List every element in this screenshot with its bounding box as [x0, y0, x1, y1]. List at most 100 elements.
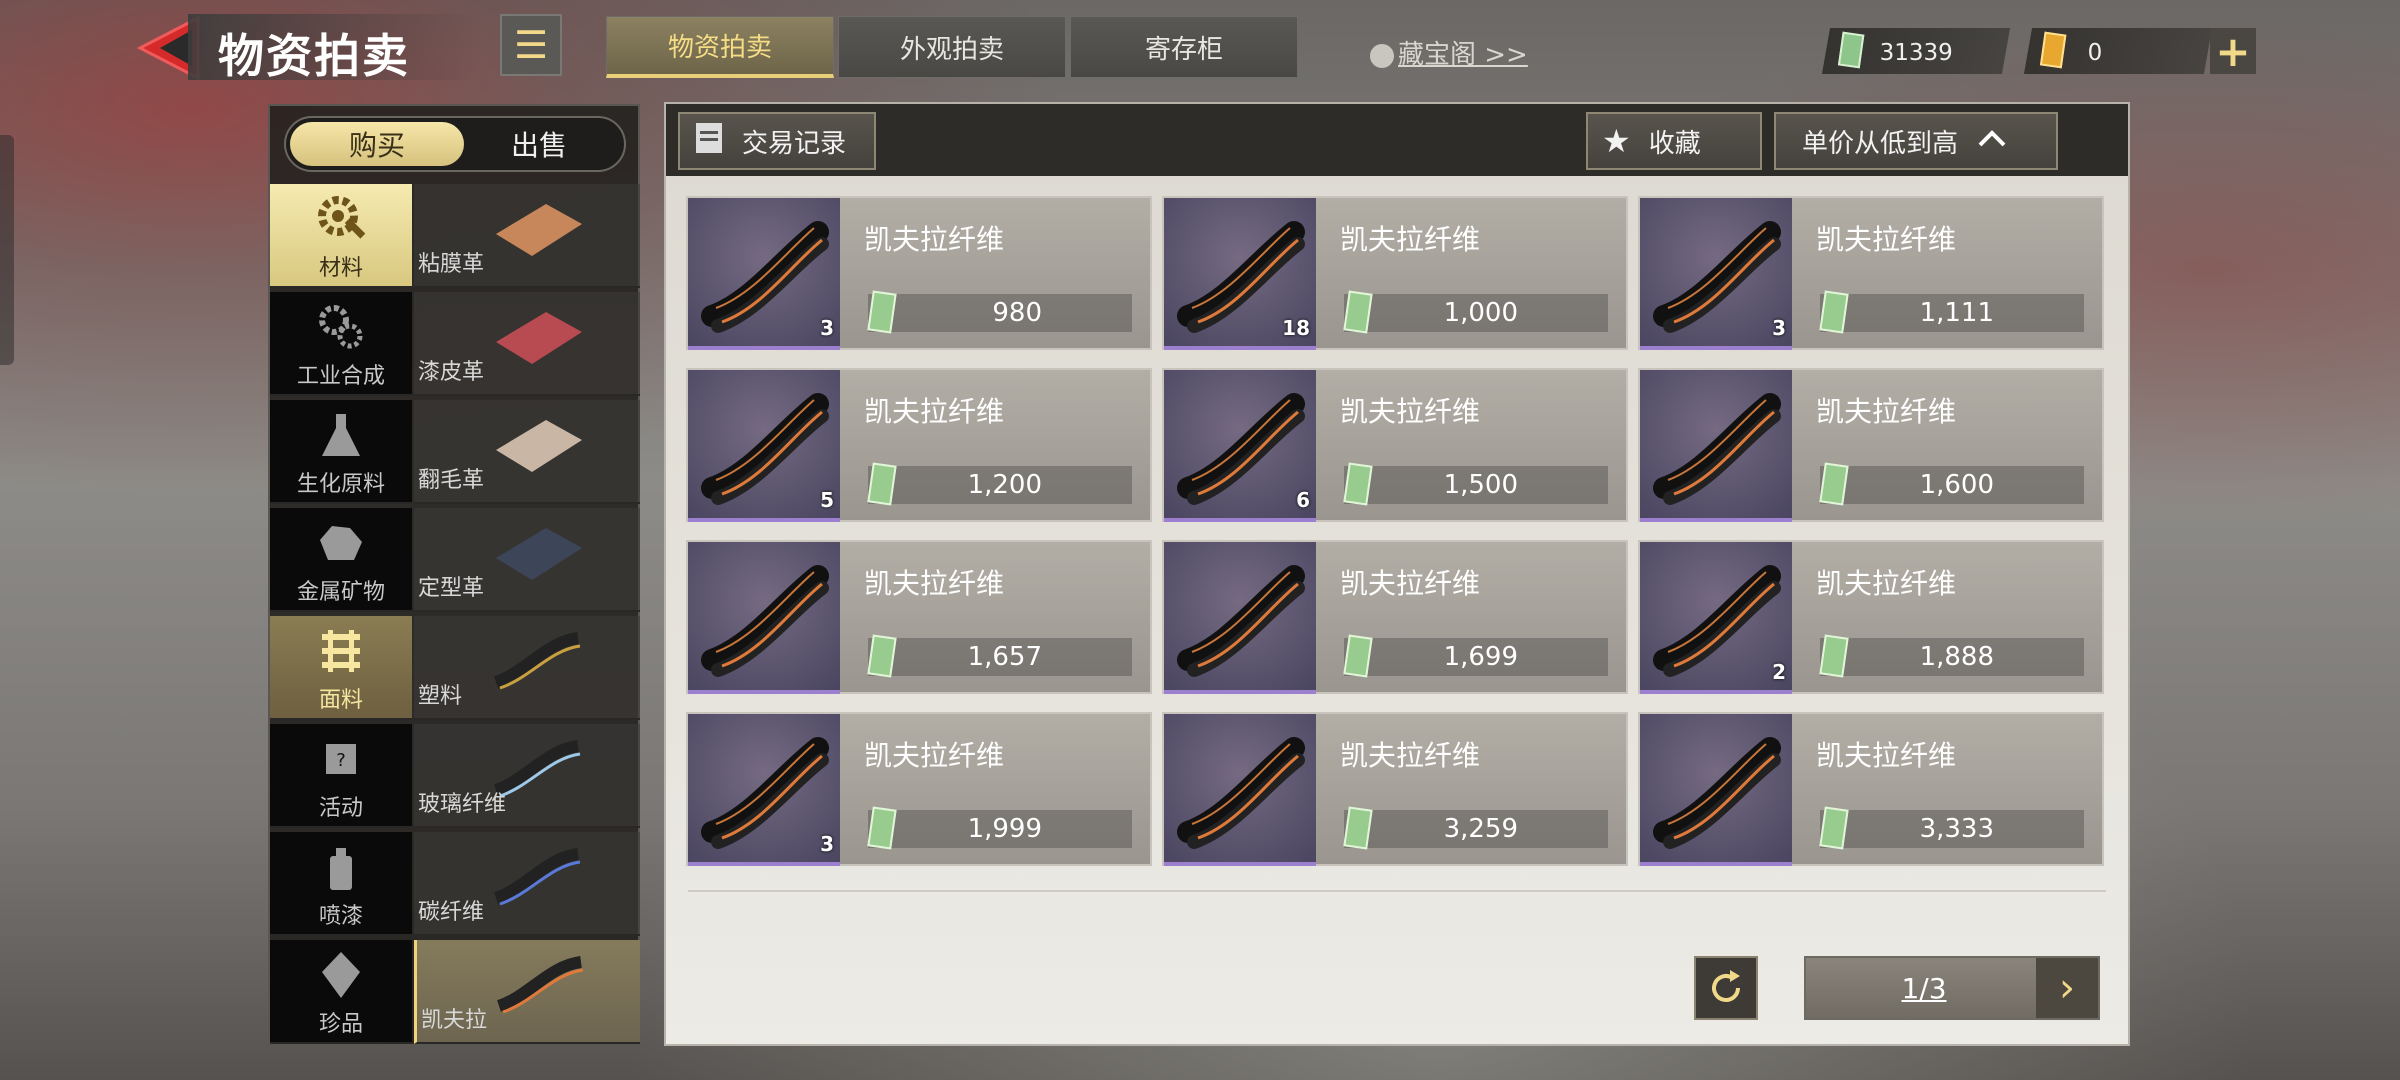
ore-icon: [314, 516, 368, 570]
item-name: 凯夫拉纤维: [1340, 739, 1481, 772]
item-price: 980: [992, 298, 1042, 328]
favorite-label: 收藏: [1648, 128, 1701, 159]
item-price: 1,000: [1443, 298, 1518, 328]
spray-can-icon: [314, 840, 368, 894]
item-price: 1,999: [967, 814, 1042, 844]
item-quantity: 3: [820, 316, 834, 340]
subcategory-plastic[interactable]: 塑料: [414, 616, 640, 720]
category-fabric[interactable]: 面料: [270, 616, 412, 720]
item-price: 1,657: [967, 642, 1042, 672]
gears-icon: [314, 300, 368, 354]
category-spray[interactable]: 喷漆: [270, 832, 412, 936]
kevlar-fiber-icon: [701, 565, 829, 677]
document-icon: [694, 121, 724, 162]
buy-tab[interactable]: 购买: [290, 122, 464, 166]
next-page-button[interactable]: ›: [2036, 958, 2098, 1018]
item-card[interactable]: 凯夫拉纤维 3,333: [1638, 712, 2104, 866]
subcategory-patent-leather[interactable]: 漆皮革: [414, 292, 640, 396]
chip-icon: ?: [314, 732, 368, 786]
category-rare[interactable]: 珍品: [270, 940, 412, 1044]
kevlar-fiber-icon: [1653, 737, 1781, 849]
leather-swatch-icon: [496, 312, 582, 364]
item-card[interactable]: 凯夫拉纤维 1,600: [1638, 368, 2104, 522]
item-card[interactable]: 凯夫拉纤维 1,657: [686, 540, 1152, 694]
item-quantity: 6: [1296, 488, 1310, 512]
item-name: 凯夫拉纤维: [864, 395, 1005, 428]
tab-material-auction[interactable]: 物资拍卖: [606, 16, 834, 78]
treasure-pavilion-link[interactable]: 藏宝阁 >>: [1370, 34, 1528, 71]
kevlar-fiber-icon: [1177, 393, 1305, 505]
chevron-right-icon: ›: [2059, 965, 2075, 1011]
subcategory-carbon-fiber[interactable]: 碳纤维: [414, 832, 640, 936]
kevlar-fiber-icon: [1653, 221, 1781, 333]
refresh-icon: [1712, 970, 1740, 1002]
category-label: 材料: [318, 256, 363, 281]
left-edge-handle: [0, 135, 14, 365]
item-thumbnail: 5: [688, 370, 840, 522]
item-quantity: 18: [1282, 316, 1310, 340]
favorite-button[interactable]: ★ 收藏: [1586, 112, 1762, 170]
kevlar-fiber-icon: [1177, 737, 1305, 849]
item-price: 1,699: [1443, 642, 1518, 672]
item-thumbnail: [1640, 370, 1792, 522]
item-name: 凯夫拉纤维: [1816, 223, 1957, 256]
category-event[interactable]: ? 活动: [270, 724, 412, 828]
subcategory-label: 粘膜革: [418, 252, 485, 277]
item-name: 凯夫拉纤维: [1340, 223, 1481, 256]
category-industrial[interactable]: 工业合成: [270, 292, 412, 396]
subcategory-label: 定型革: [418, 576, 485, 601]
cash-value: 31339: [1879, 40, 1953, 66]
sort-button[interactable]: 单价从低到高: [1774, 112, 2058, 170]
tab-appearance-auction[interactable]: 外观拍卖: [838, 16, 1066, 78]
item-price-bar: 1,699: [1344, 638, 1608, 676]
leather-swatch-icon: [496, 420, 582, 472]
category-label: 活动: [318, 796, 363, 821]
category-label: 生化原料: [296, 472, 385, 497]
subcategory-suede[interactable]: 翻毛革: [414, 400, 640, 504]
gear-wrench-icon: [314, 192, 368, 246]
flask-icon: [314, 408, 368, 462]
item-card[interactable]: 凯夫拉纤维 3,259: [1162, 712, 1628, 866]
tab-storage-locker[interactable]: 寄存柜: [1070, 16, 1298, 78]
category-biochem[interactable]: 生化原料: [270, 400, 412, 504]
item-card[interactable]: 5 凯夫拉纤维 1,200: [686, 368, 1152, 522]
svg-text:?: ?: [336, 750, 346, 771]
sell-tab[interactable]: 出售: [452, 122, 626, 166]
category-materials[interactable]: 材料: [270, 184, 412, 288]
item-name: 凯夫拉纤维: [1816, 395, 1957, 428]
subcategory-kevlar[interactable]: 凯夫拉: [414, 940, 640, 1044]
fiber-bundle-icon: [496, 956, 584, 1014]
leather-swatch-icon: [496, 528, 582, 580]
item-thumbnail: 3: [688, 714, 840, 866]
leather-swatch-icon: [496, 204, 582, 256]
item-card[interactable]: 3 凯夫拉纤维 1,999: [686, 712, 1152, 866]
item-card[interactable]: 2 凯夫拉纤维 1,888: [1638, 540, 2104, 694]
pagination: 1/3 ›: [1804, 956, 2100, 1020]
item-card[interactable]: 3 凯夫拉纤维 1,111: [1638, 196, 2104, 350]
item-price: 3,333: [1919, 814, 1994, 844]
item-price-bar: 3,333: [1820, 810, 2084, 848]
kevlar-fiber-icon: [701, 221, 829, 333]
subcategory-mucosa-leather[interactable]: 粘膜革: [414, 184, 640, 288]
trade-history-button[interactable]: 交易记录: [678, 112, 876, 170]
refresh-button[interactable]: [1694, 956, 1758, 1020]
item-price-bar: 1,200: [868, 466, 1132, 504]
menu-button[interactable]: ☰: [500, 14, 562, 76]
item-thumbnail: [1164, 714, 1316, 866]
item-card[interactable]: 凯夫拉纤维 1,699: [1162, 540, 1628, 694]
item-thumbnail: [688, 542, 840, 694]
subcategory-glass-fiber[interactable]: 玻璃纤维: [414, 724, 640, 828]
item-card[interactable]: 6 凯夫拉纤维 1,500: [1162, 368, 1628, 522]
item-thumbnail: 18: [1164, 198, 1316, 350]
item-name: 凯夫拉纤维: [864, 739, 1005, 772]
page-indicator: 1/3: [1901, 972, 1947, 1005]
ticket-icon: [2039, 31, 2067, 69]
item-card[interactable]: 3 凯夫拉纤维 980: [686, 196, 1152, 350]
item-price-bar: 1,111: [1820, 294, 2084, 332]
item-card[interactable]: 18 凯夫拉纤维 1,000: [1162, 196, 1628, 350]
subcategory-shaped-leather[interactable]: 定型革: [414, 508, 640, 612]
add-currency-button[interactable]: +: [2210, 27, 2256, 76]
listing-toolbar: 交易记录 ★ 收藏 单价从低到高: [666, 104, 2128, 176]
fiber-bundle-icon: [493, 848, 581, 906]
category-metal-ore[interactable]: 金属矿物: [270, 508, 412, 612]
